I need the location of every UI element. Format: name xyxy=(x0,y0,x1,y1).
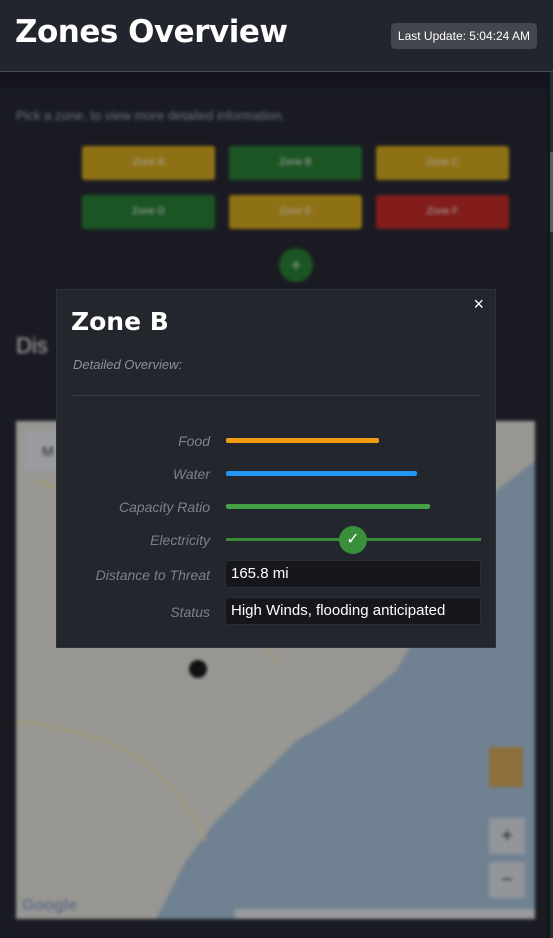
electricity-label: Electricity xyxy=(150,532,210,548)
capacity-ratio-bar xyxy=(226,504,430,509)
modal-subtitle: Detailed Overview: xyxy=(73,357,183,372)
zone-detail-modal: × Zone B Detailed Overview: Food Water C… xyxy=(56,289,496,648)
status-label: Status xyxy=(170,604,210,620)
section-heading: Dis xyxy=(16,333,48,358)
zoom-out-button[interactable]: − xyxy=(489,862,525,898)
food-level-bar xyxy=(226,438,379,443)
distance-field: 165.8 mi xyxy=(225,560,481,588)
app-header: Zones Overview Last Update: 5:04:24 AM xyxy=(0,0,553,72)
zone-b-button[interactable]: Zone B xyxy=(229,146,362,180)
status-field: High Winds, flooding anticipated xyxy=(225,597,481,625)
zoom-in-button[interactable]: + xyxy=(489,818,525,854)
zone-f-button[interactable]: Zone F xyxy=(376,195,509,229)
intro-text: Pick a zone, to view more detailed infor… xyxy=(16,108,285,123)
page-title: Zones Overview xyxy=(15,14,288,50)
divider xyxy=(73,395,481,396)
modal-title: Zone B xyxy=(71,307,169,336)
map-attribution-bar xyxy=(235,909,535,919)
zone-d-button[interactable]: Zone D xyxy=(82,195,215,229)
street-view-pegman-icon[interactable] xyxy=(489,747,523,787)
zone-a-button[interactable]: Zone A xyxy=(82,146,215,180)
water-label: Water xyxy=(172,466,210,482)
zone-c-button[interactable]: Zone C xyxy=(376,146,509,180)
google-logo: Google xyxy=(22,897,78,914)
food-label: Food xyxy=(178,433,210,449)
capacity-ratio-label: Capacity Ratio xyxy=(118,499,210,515)
electricity-toggle-knob[interactable]: ✓ xyxy=(339,526,367,554)
add-zone-button[interactable]: + xyxy=(279,248,313,282)
last-update-badge: Last Update: 5:04:24 AM xyxy=(390,23,537,49)
zone-e-button[interactable]: Zone E xyxy=(229,195,362,229)
distance-label: Distance to Threat xyxy=(95,567,210,583)
close-icon[interactable]: × xyxy=(473,294,484,315)
water-level-bar xyxy=(226,471,417,476)
